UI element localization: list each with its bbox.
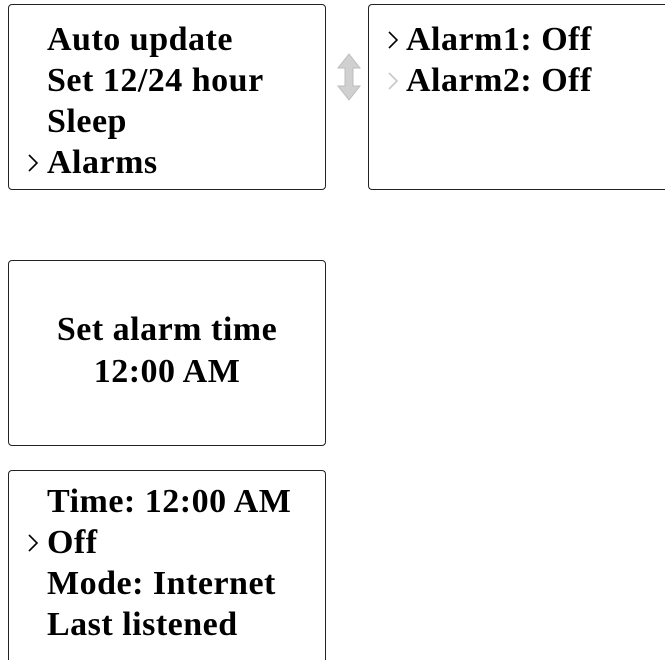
alarm-time-value[interactable]: 12:00 AM [9,353,325,391]
menu-item-alarm1[interactable]: Alarm1: Off [369,19,592,60]
alarm-settings-screen: Time: 12:00 AM Off Mode: Internet Last l… [8,470,326,660]
set-alarm-time-title: Set alarm time [56,311,278,348]
menu-item-label: Off [47,524,98,561]
chevron-right-icon [387,60,403,90]
main-menu-list: Auto update Set 12/24 hour Sleep Alarms [9,19,264,183]
chevron-right-icon [27,522,43,552]
menu-item-time[interactable]: Time: 12:00 AM [9,481,291,522]
menu-item-label: Alarm1: Off [406,21,592,58]
menu-item-label: Time: 12:00 AM [47,483,292,520]
menu-item-label: Set 12/24 hour [47,62,264,99]
up-down-arrow-icon [336,52,362,102]
alarms-menu-list: Alarm1: Off Alarm2: Off [369,19,592,101]
menu-item-label: Sleep [47,103,127,140]
menu-item-sleep[interactable]: Sleep [9,101,264,142]
menu-item-alarms[interactable]: Alarms [9,142,264,183]
menu-item-off[interactable]: Off [9,522,291,563]
menu-item-auto-update[interactable]: Auto update [9,19,264,60]
main-menu-screen: Auto update Set 12/24 hour Sleep Alarms [8,4,326,190]
menu-item-label: Alarm2: Off [406,62,592,99]
menu-item-last-listened[interactable]: Last listened [9,604,291,645]
menu-item-label: Last listened [47,606,238,643]
menu-item-label: Mode: Internet [47,565,276,602]
chevron-right-icon [27,142,43,172]
menu-item-label: Auto update [47,21,233,58]
menu-item-set-12-24-hour[interactable]: Set 12/24 hour [9,60,264,101]
alarms-menu-screen: Alarm1: Off Alarm2: Off [368,4,665,190]
menu-item-mode[interactable]: Mode: Internet [9,563,291,604]
menu-item-label: Alarms [47,144,158,181]
alarm-settings-list: Time: 12:00 AM Off Mode: Internet Last l… [9,481,291,645]
chevron-right-icon [387,19,403,49]
set-alarm-time-screen: Set alarm time 12:00 AM [8,260,326,446]
menu-item-alarm2[interactable]: Alarm2: Off [369,60,592,101]
